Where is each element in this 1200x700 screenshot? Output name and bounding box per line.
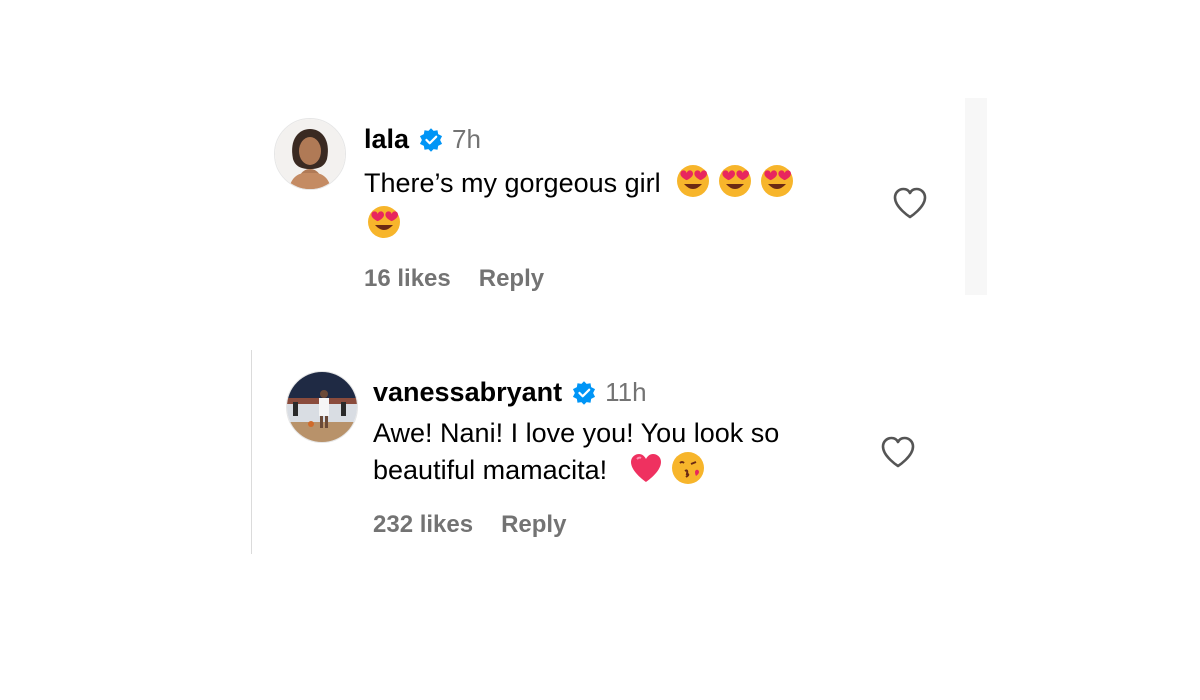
comment-meta: 16 likes Reply <box>364 265 544 293</box>
reply-thread-line <box>251 350 252 554</box>
avatar[interactable] <box>274 118 346 190</box>
comment-text-content: There’s my gorgeous girl <box>364 168 661 198</box>
like-heart-icon[interactable] <box>892 186 928 220</box>
comment-text: There’s my gorgeous girl <box>364 164 864 242</box>
comment-text: Awe! Nani! I love you! You look so beaut… <box>373 415 853 488</box>
comment-text-line-1: Awe! Nani! I love you! You look so <box>373 418 780 448</box>
right-panel-edge <box>965 98 987 295</box>
verified-badge-icon <box>418 127 444 153</box>
likes-count[interactable]: 232 likes <box>373 511 473 539</box>
like-heart-icon[interactable] <box>880 435 916 469</box>
heart-eyes-emoji <box>760 164 794 198</box>
username[interactable]: vanessabryant <box>373 377 562 408</box>
avatar[interactable] <box>286 371 358 443</box>
comment-meta: 232 likes Reply <box>373 511 566 539</box>
red-heart-emoji <box>629 451 663 485</box>
likes-count[interactable]: 16 likes <box>364 265 451 293</box>
verified-badge-icon <box>571 380 597 406</box>
comment-header: lala 7h <box>364 124 481 155</box>
heart-eyes-emoji <box>676 164 710 198</box>
kissing-face-emoji <box>671 451 705 485</box>
heart-eyes-emoji <box>718 164 752 198</box>
timestamp: 11h <box>605 377 647 407</box>
username[interactable]: lala <box>364 124 409 155</box>
timestamp: 7h <box>452 124 481 154</box>
reply-button[interactable]: Reply <box>479 265 544 293</box>
heart-eyes-emoji <box>367 205 401 239</box>
comment-header: vanessabryant 11h <box>373 377 647 408</box>
reply-button[interactable]: Reply <box>501 511 566 539</box>
comment-text-line-2: beautiful mamacita! <box>373 455 608 485</box>
